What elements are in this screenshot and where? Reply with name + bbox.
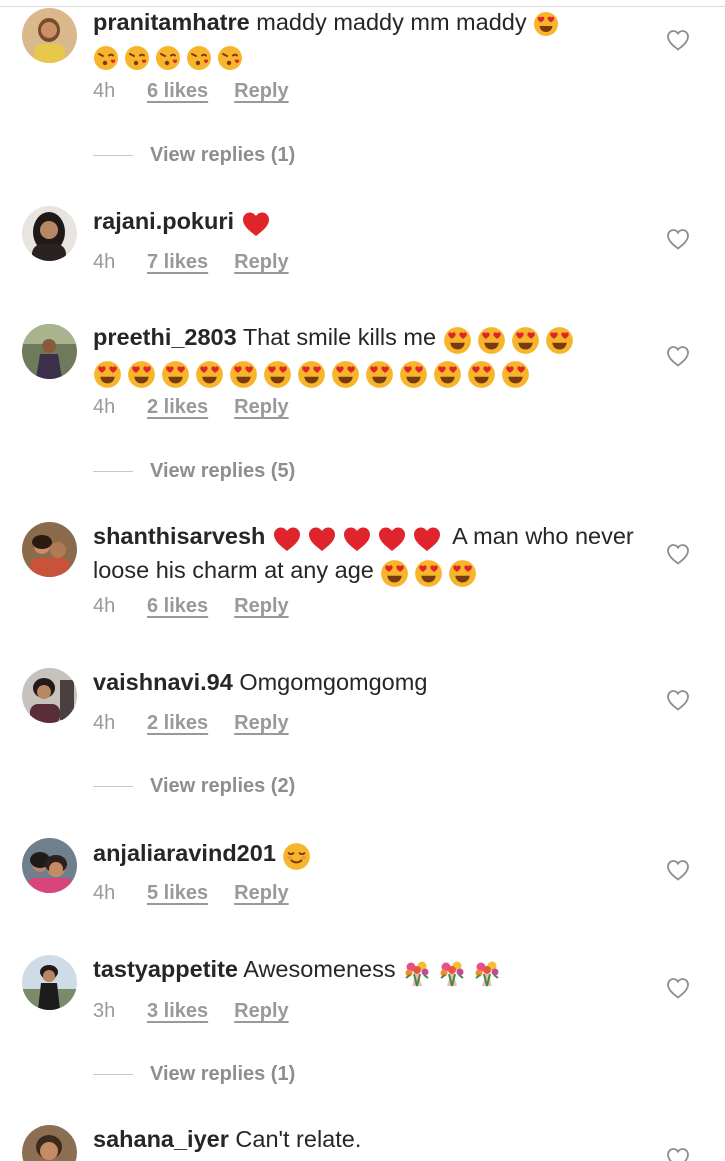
reply-button[interactable]: Reply — [234, 882, 288, 904]
red-heart-icon — [241, 210, 276, 240]
avatar[interactable] — [22, 8, 77, 63]
replies-dash — [93, 471, 133, 473]
like-heart-icon[interactable] — [666, 977, 690, 999]
comment-body: preethi_2803 That smile kills me — [93, 322, 638, 390]
comment-body: sahana_iyer Can't relate. — [93, 1124, 638, 1154]
like-heart-icon[interactable] — [666, 29, 690, 51]
comment-body: tastyappetite Awesomeness — [93, 954, 638, 988]
likes-link[interactable]: 5 likes — [147, 882, 208, 904]
like-heart-icon[interactable] — [666, 228, 690, 250]
likes-link[interactable]: 6 likes — [147, 80, 208, 102]
like-heart-icon[interactable] — [666, 543, 690, 565]
comment-meta: 3h 3 likes Reply — [93, 999, 315, 1023]
comment-username[interactable]: rajani.pokuri — [93, 208, 234, 234]
reply-button[interactable]: Reply — [234, 80, 288, 102]
comment-time: 4h — [93, 595, 116, 617]
comment-time: 4h — [93, 396, 116, 418]
likes-link[interactable]: 3 likes — [147, 1000, 208, 1022]
reply-button[interactable]: Reply — [234, 396, 288, 418]
heart-eyes-icon — [93, 360, 535, 390]
comment-body: shanthisarvesh A man who never loose his… — [93, 521, 638, 589]
likes-link[interactable]: 6 likes — [147, 595, 208, 617]
avatar[interactable] — [22, 522, 77, 577]
view-replies-label: View replies (2) — [150, 775, 296, 797]
comment-item: rajani.pokuri 4h 7 likes Reply — [0, 195, 725, 305]
likes-link[interactable]: 2 likes — [147, 396, 208, 418]
reply-button[interactable]: Reply — [234, 595, 288, 617]
avatar[interactable] — [22, 206, 77, 261]
comment-text: Can't relate. — [235, 1126, 362, 1152]
reply-button[interactable]: Reply — [234, 712, 288, 734]
view-replies-label: View replies (1) — [150, 1063, 296, 1085]
comment-time: 4h — [93, 712, 116, 734]
comment-username[interactable]: shanthisarvesh — [93, 523, 265, 549]
comment-item: pranitamhatre maddy maddy mm maddy 4h 6 l… — [0, 0, 725, 190]
like-heart-icon[interactable] — [666, 859, 690, 881]
comment-meta: 4h 2 likes Reply — [93, 711, 315, 735]
comment-text: Omgomgomgomg — [239, 669, 428, 695]
relieved-face-icon — [282, 842, 316, 872]
comment-username[interactable]: tastyappetite — [93, 956, 238, 982]
comment-username[interactable]: vaishnavi.94 — [93, 669, 233, 695]
comment-time: 4h — [93, 80, 116, 102]
comment-text: maddy maddy mm maddy — [256, 9, 527, 35]
avatar[interactable] — [22, 1125, 77, 1161]
replies-dash — [93, 786, 133, 788]
comment-item: tastyappetite Awesomeness 3h 3 likes Reply… — [0, 951, 725, 1101]
reply-button[interactable]: Reply — [234, 251, 288, 273]
comment-username[interactable]: sahana_iyer — [93, 1126, 229, 1152]
likes-link[interactable]: 7 likes — [147, 251, 208, 273]
comment-time: 3h — [93, 1000, 116, 1022]
comment-meta: 4h 6 likes Reply — [93, 594, 315, 618]
replies-dash — [93, 155, 133, 157]
like-heart-icon[interactable] — [666, 689, 690, 711]
avatar[interactable] — [22, 838, 77, 893]
comment-time: 4h — [93, 882, 116, 904]
avatar[interactable] — [22, 324, 77, 379]
bouquet-icon — [402, 958, 507, 988]
view-replies-button[interactable]: View replies (2) — [93, 774, 295, 798]
comment-item: preethi_2803 That smile kills me 4h 2 lik… — [0, 320, 725, 500]
view-replies-button[interactable]: View replies (5) — [93, 459, 295, 483]
comment-username[interactable]: pranitamhatre — [93, 9, 250, 35]
heart-eyes-icon — [443, 326, 579, 356]
comment-time: 4h — [93, 251, 116, 273]
view-replies-label: View replies (5) — [150, 460, 296, 482]
view-replies-button[interactable]: View replies (1) — [93, 143, 295, 167]
like-heart-icon[interactable] — [666, 345, 690, 367]
comment-username[interactable]: preethi_2803 — [93, 324, 237, 350]
like-heart-icon[interactable] — [666, 1147, 690, 1161]
heart-eyes-icon — [533, 11, 564, 41]
comment-meta: 4h 2 likes Reply — [93, 395, 315, 419]
red-heart-icon — [272, 525, 447, 555]
comment-text: That smile kills me — [242, 324, 437, 350]
heart-eyes-icon — [380, 559, 482, 589]
likes-link[interactable]: 2 likes — [147, 712, 208, 734]
comment-item: anjaliaravind201 4h 5 likes Reply — [0, 834, 725, 944]
comment-item: sahana_iyer Can't relate. — [0, 1121, 725, 1161]
replies-dash — [93, 1074, 133, 1076]
comment-body: rajani.pokuri — [93, 206, 638, 240]
comment-meta: 4h 7 likes Reply — [93, 250, 315, 274]
comment-meta: 4h 5 likes Reply — [93, 881, 315, 905]
avatar[interactable] — [22, 668, 77, 723]
comment-body: vaishnavi.94 Omgomgomgomg — [93, 667, 638, 697]
comment-meta: 4h 6 likes Reply — [93, 79, 315, 103]
comment-body: anjaliaravind201 — [93, 838, 638, 872]
reply-button[interactable]: Reply — [234, 1000, 288, 1022]
comment-username[interactable]: anjaliaravind201 — [93, 840, 276, 866]
kissing-heart-icon — [93, 45, 248, 75]
comment-item: vaishnavi.94 Omgomgomgomg 4h 2 likes Reply… — [0, 664, 725, 814]
avatar[interactable] — [22, 955, 77, 1010]
comment-text: Awesomeness — [243, 956, 396, 982]
comment-body: pranitamhatre maddy maddy mm maddy — [93, 7, 638, 75]
view-replies-button[interactable]: View replies (1) — [93, 1062, 295, 1086]
comment-item: shanthisarvesh A man who never loose his… — [0, 518, 725, 628]
view-replies-label: View replies (1) — [150, 144, 296, 166]
